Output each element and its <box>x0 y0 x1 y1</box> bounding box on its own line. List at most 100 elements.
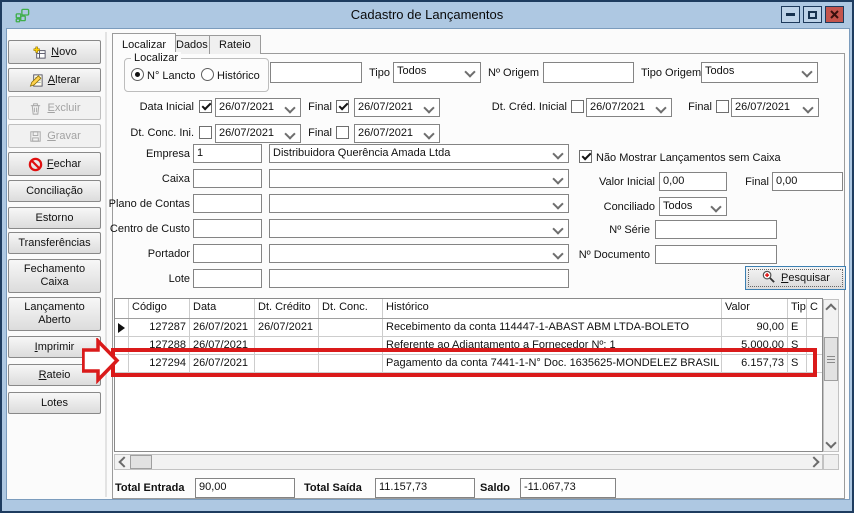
dt-conc-final-datepicker[interactable]: 26/07/2021 <box>354 124 440 143</box>
excluir-button[interactable]: Excluir <box>8 96 101 120</box>
grid-header-data[interactable]: Data <box>190 299 255 318</box>
cell-dt-credito <box>255 355 319 372</box>
grid-row-127294[interactable]: 127294 26/07/2021 Pagamento da conta 744… <box>115 355 822 373</box>
cell-c <box>807 319 822 336</box>
grid-horizontal-scrollbar[interactable] <box>114 454 823 470</box>
rateio-button[interactable]: Rateio <box>8 364 101 386</box>
imprimir-button-label: Imprimir <box>35 341 75 354</box>
grid-row-127288[interactable]: 127288 26/07/2021 Referente ao Adiantame… <box>115 337 822 355</box>
tipo-label: Tipo <box>369 66 390 80</box>
dt-conc-ini-checkbox[interactable] <box>199 126 212 139</box>
transferencias-button[interactable]: Transferências <box>8 232 101 254</box>
centro-de-custo-select[interactable] <box>269 219 569 238</box>
dt-conc-ini-datepicker[interactable]: 26/07/2021 <box>215 124 301 143</box>
data-final-datepicker[interactable]: 26/07/2021 <box>354 98 440 117</box>
chevron-down-icon <box>825 437 836 448</box>
valor-inicial-label: Valor Inicial <box>575 175 655 189</box>
portador-code-input[interactable] <box>193 244 262 263</box>
maximize-button[interactable] <box>803 6 822 23</box>
lote-label: Lote <box>97 272 190 286</box>
plano-de-contas-code-input[interactable] <box>193 194 262 213</box>
conciliacao-button[interactable]: Conciliação <box>8 180 101 202</box>
save-icon <box>28 129 43 144</box>
grid-header-historico[interactable]: Histórico <box>383 299 722 318</box>
grid-header-valor[interactable]: Valor <box>722 299 788 318</box>
scroll-down-button[interactable] <box>824 437 838 451</box>
tipo-origem-select[interactable]: Todos <box>701 62 818 83</box>
portador-select[interactable] <box>269 244 569 263</box>
dt-cred-inicial-label: Dt. Créd. Inicial <box>482 100 567 114</box>
n-origem-input[interactable] <box>543 62 634 83</box>
empresa-select[interactable]: Distribuidora Querência Amada Ltda <box>269 144 569 163</box>
grid-header-tipo[interactable]: Tipo <box>788 299 807 318</box>
fechar-button[interactable]: Fechar <box>8 152 101 176</box>
dt-cred-final-checkbox[interactable] <box>716 100 729 113</box>
grid-header-c[interactable]: C <box>807 299 822 318</box>
lancamento-aberto-button[interactable]: Lançamento Aberto <box>8 297 101 331</box>
close-button[interactable] <box>825 6 844 23</box>
empresa-code-input[interactable]: 1 <box>193 144 262 163</box>
conciliado-label: Conciliado <box>575 200 655 214</box>
cell-dt-credito: 26/07/2021 <box>255 319 319 336</box>
data-final-checkbox[interactable] <box>336 100 349 113</box>
localizar-groupbox-legend: Localizar <box>131 52 181 64</box>
dt-cred-inicial-checkbox[interactable] <box>571 100 584 113</box>
imprimir-button[interactable]: Imprimir <box>8 336 101 358</box>
caixa-code-input[interactable] <box>193 169 262 188</box>
gravar-button[interactable]: Gravar <box>8 124 101 148</box>
n-serie-input[interactable] <box>655 220 777 239</box>
grid-row-127287[interactable]: 127287 26/07/2021 26/07/2021 Recebimento… <box>115 319 822 337</box>
transferencias-button-label: Transferências <box>18 237 90 250</box>
estorno-button[interactable]: Estorno <box>8 207 101 229</box>
horizontal-scroll-thumb[interactable] <box>130 455 152 469</box>
fechamento-caixa-button[interactable]: Fechamento Caixa <box>8 259 101 293</box>
pesquisar-button[interactable]: Pesquisar <box>745 266 846 290</box>
grid-header-dt-credito[interactable]: Dt. Crédito <box>255 299 319 318</box>
nao-mostrar-checkbox[interactable] <box>579 150 592 163</box>
tipo-origem-label: Tipo Origem <box>641 66 701 80</box>
scroll-up-button[interactable] <box>824 300 838 314</box>
total-entrada-label: Total Entrada <box>115 481 184 495</box>
grid-vertical-scrollbar[interactable] <box>823 299 839 452</box>
grid-header-dt-conc[interactable]: Dt. Conc. <box>319 299 383 318</box>
n-lancto-radio[interactable] <box>131 68 144 81</box>
scroll-right-button[interactable] <box>808 455 822 469</box>
thumb-grip-icon <box>827 356 835 363</box>
cell-tipo: S <box>788 355 807 372</box>
cell-valor: 5.000,00 <box>722 337 788 354</box>
dt-conc-final-checkbox[interactable] <box>336 126 349 139</box>
n-origem-label: Nº Origem <box>488 66 539 80</box>
plano-de-contas-select[interactable] <box>269 194 569 213</box>
dt-cred-final-datepicker[interactable]: 26/07/2021 <box>731 98 819 117</box>
conciliado-select[interactable]: Todos <box>659 197 727 216</box>
grid-header-codigo[interactable]: Código <box>129 299 190 318</box>
tab-rateio[interactable]: Rateio <box>209 35 261 54</box>
tab-dados-label: Dados <box>176 39 208 51</box>
cell-dt-credito <box>255 337 319 354</box>
lote-code-input[interactable] <box>193 269 262 288</box>
scroll-left-button[interactable] <box>115 455 129 469</box>
data-inicial-checkbox[interactable] <box>199 100 212 113</box>
caixa-label: Caixa <box>97 172 190 186</box>
localizar-search-input[interactable] <box>270 62 362 83</box>
historico-radio[interactable] <box>201 68 214 81</box>
caixa-select[interactable] <box>269 169 569 188</box>
n-documento-input[interactable] <box>655 245 777 264</box>
alterar-button[interactable]: Alterar <box>8 68 101 92</box>
valor-final-input[interactable]: 0,00 <box>772 172 843 191</box>
centro-de-custo-code-input[interactable] <box>193 219 262 238</box>
lotes-button[interactable]: Lotes <box>8 392 101 414</box>
historico-radio-label: Histórico <box>217 69 260 83</box>
cell-tipo: E <box>788 319 807 336</box>
valor-final-label: Final <box>717 175 769 189</box>
minimize-button[interactable] <box>781 6 800 23</box>
portador-label: Portador <box>97 247 190 261</box>
dt-cred-inicial-datepicker[interactable]: 26/07/2021 <box>586 98 672 117</box>
novo-button[interactable]: Novo <box>8 40 101 64</box>
saldo-label: Saldo <box>480 481 510 495</box>
tipo-select[interactable]: Todos <box>393 62 481 83</box>
cell-historico: Referente ao Adiantamento a Fornecedor N… <box>383 337 722 354</box>
data-inicial-datepicker[interactable]: 26/07/2021 <box>215 98 301 117</box>
lote-name-input[interactable] <box>269 269 569 288</box>
vertical-scroll-thumb[interactable] <box>824 337 838 381</box>
